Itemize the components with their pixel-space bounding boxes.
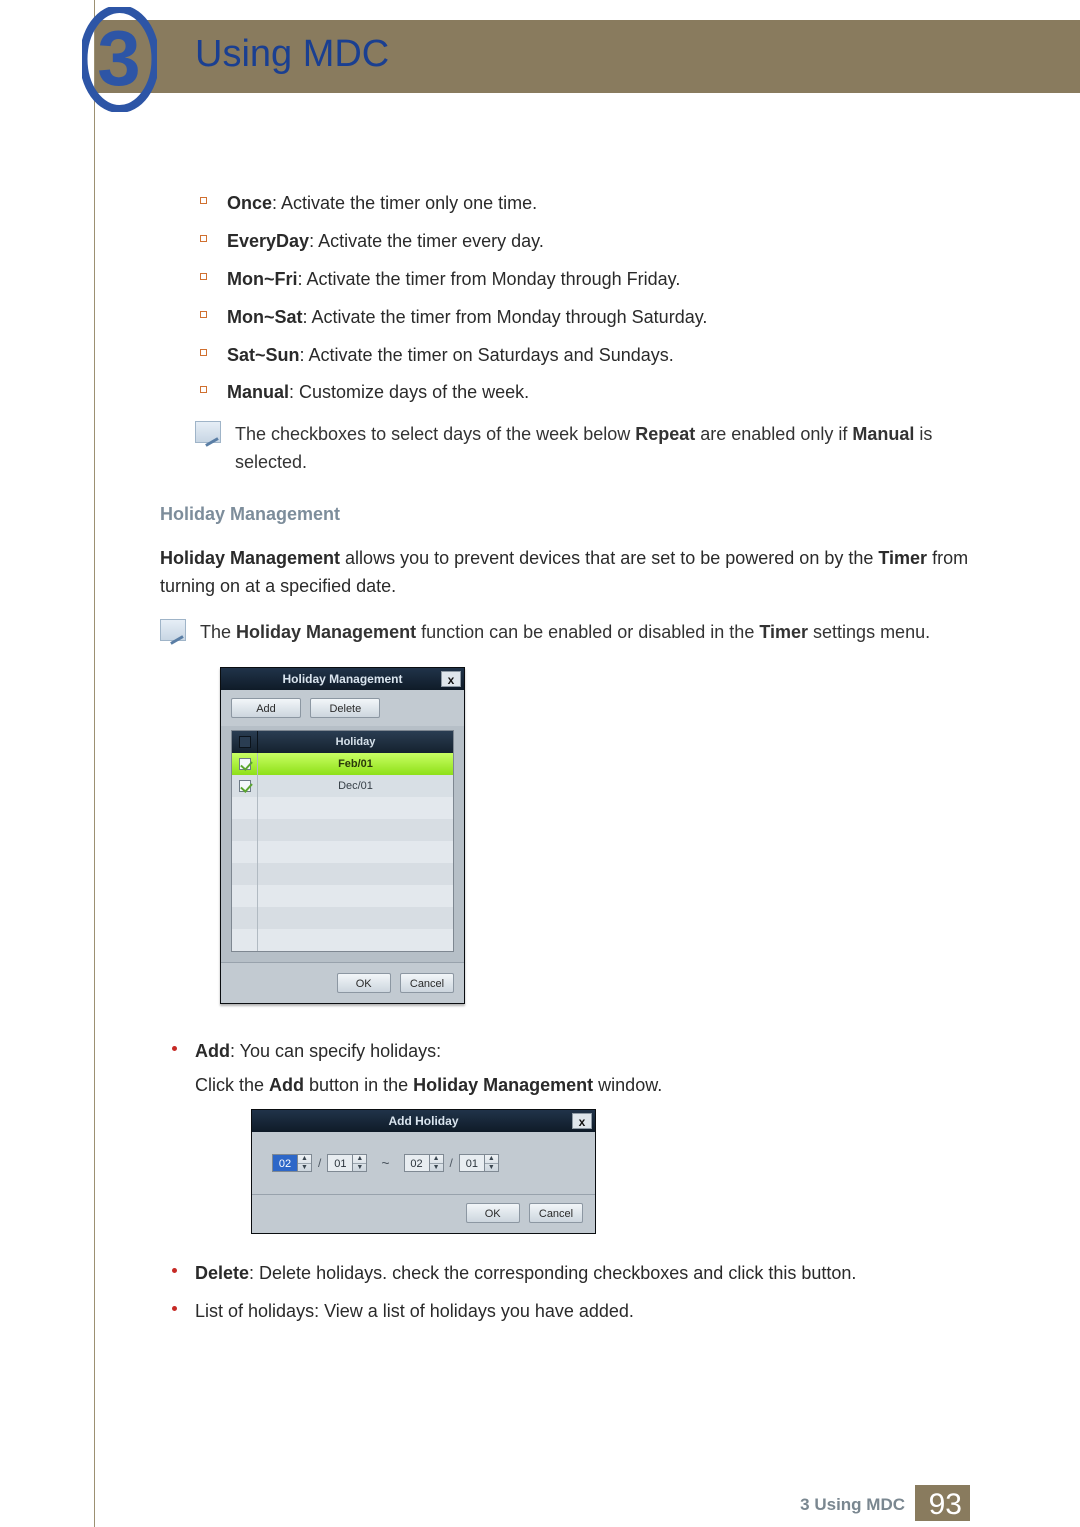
section-heading: Holiday Management [160, 501, 980, 529]
from-month-input[interactable]: 02 [272, 1154, 298, 1172]
grid-header: Holiday [232, 731, 453, 753]
date-separator: / [318, 1156, 321, 1170]
row-checkbox[interactable] [239, 758, 251, 770]
spinner-buttons-icon[interactable]: ▲▼ [485, 1154, 499, 1172]
repeat-options-list: Once: Activate the timer only one time. … [200, 190, 980, 407]
square-bullet-icon [200, 273, 207, 280]
svg-text:3: 3 [97, 14, 140, 102]
dialog-titlebar: Add Holiday x [252, 1110, 595, 1132]
cell-value: Feb/01 [258, 753, 453, 775]
from-day-spinner[interactable]: 01 ▲▼ [327, 1154, 367, 1172]
list-item: List of holidays: View a list of holiday… [172, 1298, 980, 1326]
holiday-actions-list: Add: You can specify holidays: Click the… [172, 1038, 980, 1327]
dialog-title: Add Holiday [388, 1114, 458, 1128]
list-item: Sat~Sun: Activate the timer on Saturdays… [200, 342, 980, 370]
column-header: Holiday [258, 731, 453, 753]
note-holiday-management: The Holiday Management function can be e… [160, 619, 980, 647]
row-checkbox[interactable] [239, 780, 251, 792]
dialog-titlebar: Holiday Management x [221, 668, 464, 690]
to-month-spinner[interactable]: 02 ▲▼ [404, 1154, 444, 1172]
square-bullet-icon [200, 349, 207, 356]
page-footer: 3 Using MDC 93 [0, 1479, 1080, 1527]
page-content: Once: Activate the timer only one time. … [160, 190, 980, 1336]
intro-paragraph: Holiday Management allows you to prevent… [160, 545, 980, 601]
delete-button[interactable]: Delete [310, 698, 380, 718]
from-month-spinner[interactable]: 02 ▲▼ [272, 1154, 312, 1172]
note-repeat-manual: The checkboxes to select days of the wee… [160, 421, 980, 477]
chapter-number-badge: 3 [82, 7, 157, 112]
square-bullet-icon [200, 197, 207, 204]
cancel-button[interactable]: Cancel [529, 1203, 583, 1223]
ok-button[interactable]: OK [337, 973, 391, 993]
cancel-button[interactable]: Cancel [400, 973, 454, 993]
dialog-footer: OK Cancel [221, 962, 464, 1003]
table-row [232, 907, 453, 929]
to-month-input[interactable]: 02 [404, 1154, 430, 1172]
chapter-title: Using MDC [195, 33, 389, 76]
range-separator: ~ [381, 1155, 389, 1171]
list-item: Mon~Sat: Activate the timer from Monday … [200, 304, 980, 332]
close-button[interactable]: x [572, 1113, 592, 1129]
square-bullet-icon [200, 235, 207, 242]
note-icon [160, 619, 186, 641]
add-holiday-dialog: Add Holiday x 02 ▲▼ / 01 ▲▼ ~ [251, 1109, 596, 1234]
dot-bullet-icon [172, 1268, 177, 1273]
list-item: Once: Activate the timer only one time. [200, 190, 980, 218]
left-margin-rule [94, 0, 95, 1527]
table-row [232, 797, 453, 819]
note-icon [195, 421, 221, 443]
table-row[interactable]: Feb/01 [232, 753, 453, 775]
footer-label: 3 Using MDC [800, 1495, 905, 1515]
square-bullet-icon [200, 311, 207, 318]
page-number: 93 [929, 1488, 962, 1522]
date-separator: / [450, 1156, 453, 1170]
to-day-spinner[interactable]: 01 ▲▼ [459, 1154, 499, 1172]
square-bullet-icon [200, 386, 207, 393]
to-day-input[interactable]: 01 [459, 1154, 485, 1172]
cell-value: Dec/01 [258, 775, 453, 797]
list-item: Delete: Delete holidays. check the corre… [172, 1260, 980, 1288]
ok-button[interactable]: OK [466, 1203, 520, 1223]
spinner-buttons-icon[interactable]: ▲▼ [353, 1154, 367, 1172]
list-item: EveryDay: Activate the timer every day. [200, 228, 980, 256]
table-row [232, 885, 453, 907]
table-row [232, 929, 453, 951]
table-row [232, 863, 453, 885]
dot-bullet-icon [172, 1046, 177, 1051]
dialog-toolbar: Add Delete [221, 690, 464, 726]
dialog-body: 02 ▲▼ / 01 ▲▼ ~ 02 ▲▼ / [252, 1132, 595, 1194]
select-all-checkbox[interactable] [239, 736, 251, 748]
list-item: Add: You can specify holidays: Click the… [172, 1038, 980, 1251]
holiday-grid: Holiday Feb/01 Dec/01 [231, 730, 454, 952]
holiday-management-dialog: Holiday Management x Add Delete Holiday … [220, 667, 465, 1004]
spinner-buttons-icon[interactable]: ▲▼ [430, 1154, 444, 1172]
dialog-title: Holiday Management [282, 672, 402, 686]
from-day-input[interactable]: 01 [327, 1154, 353, 1172]
add-button[interactable]: Add [231, 698, 301, 718]
table-row [232, 819, 453, 841]
table-row[interactable]: Dec/01 [232, 775, 453, 797]
dot-bullet-icon [172, 1306, 177, 1311]
close-button[interactable]: x [441, 671, 461, 687]
table-row [232, 841, 453, 863]
dialog-footer: OK Cancel [252, 1194, 595, 1233]
list-item: Mon~Fri: Activate the timer from Monday … [200, 266, 980, 294]
spinner-buttons-icon[interactable]: ▲▼ [298, 1154, 312, 1172]
list-item: Manual: Customize days of the week. [200, 379, 980, 407]
